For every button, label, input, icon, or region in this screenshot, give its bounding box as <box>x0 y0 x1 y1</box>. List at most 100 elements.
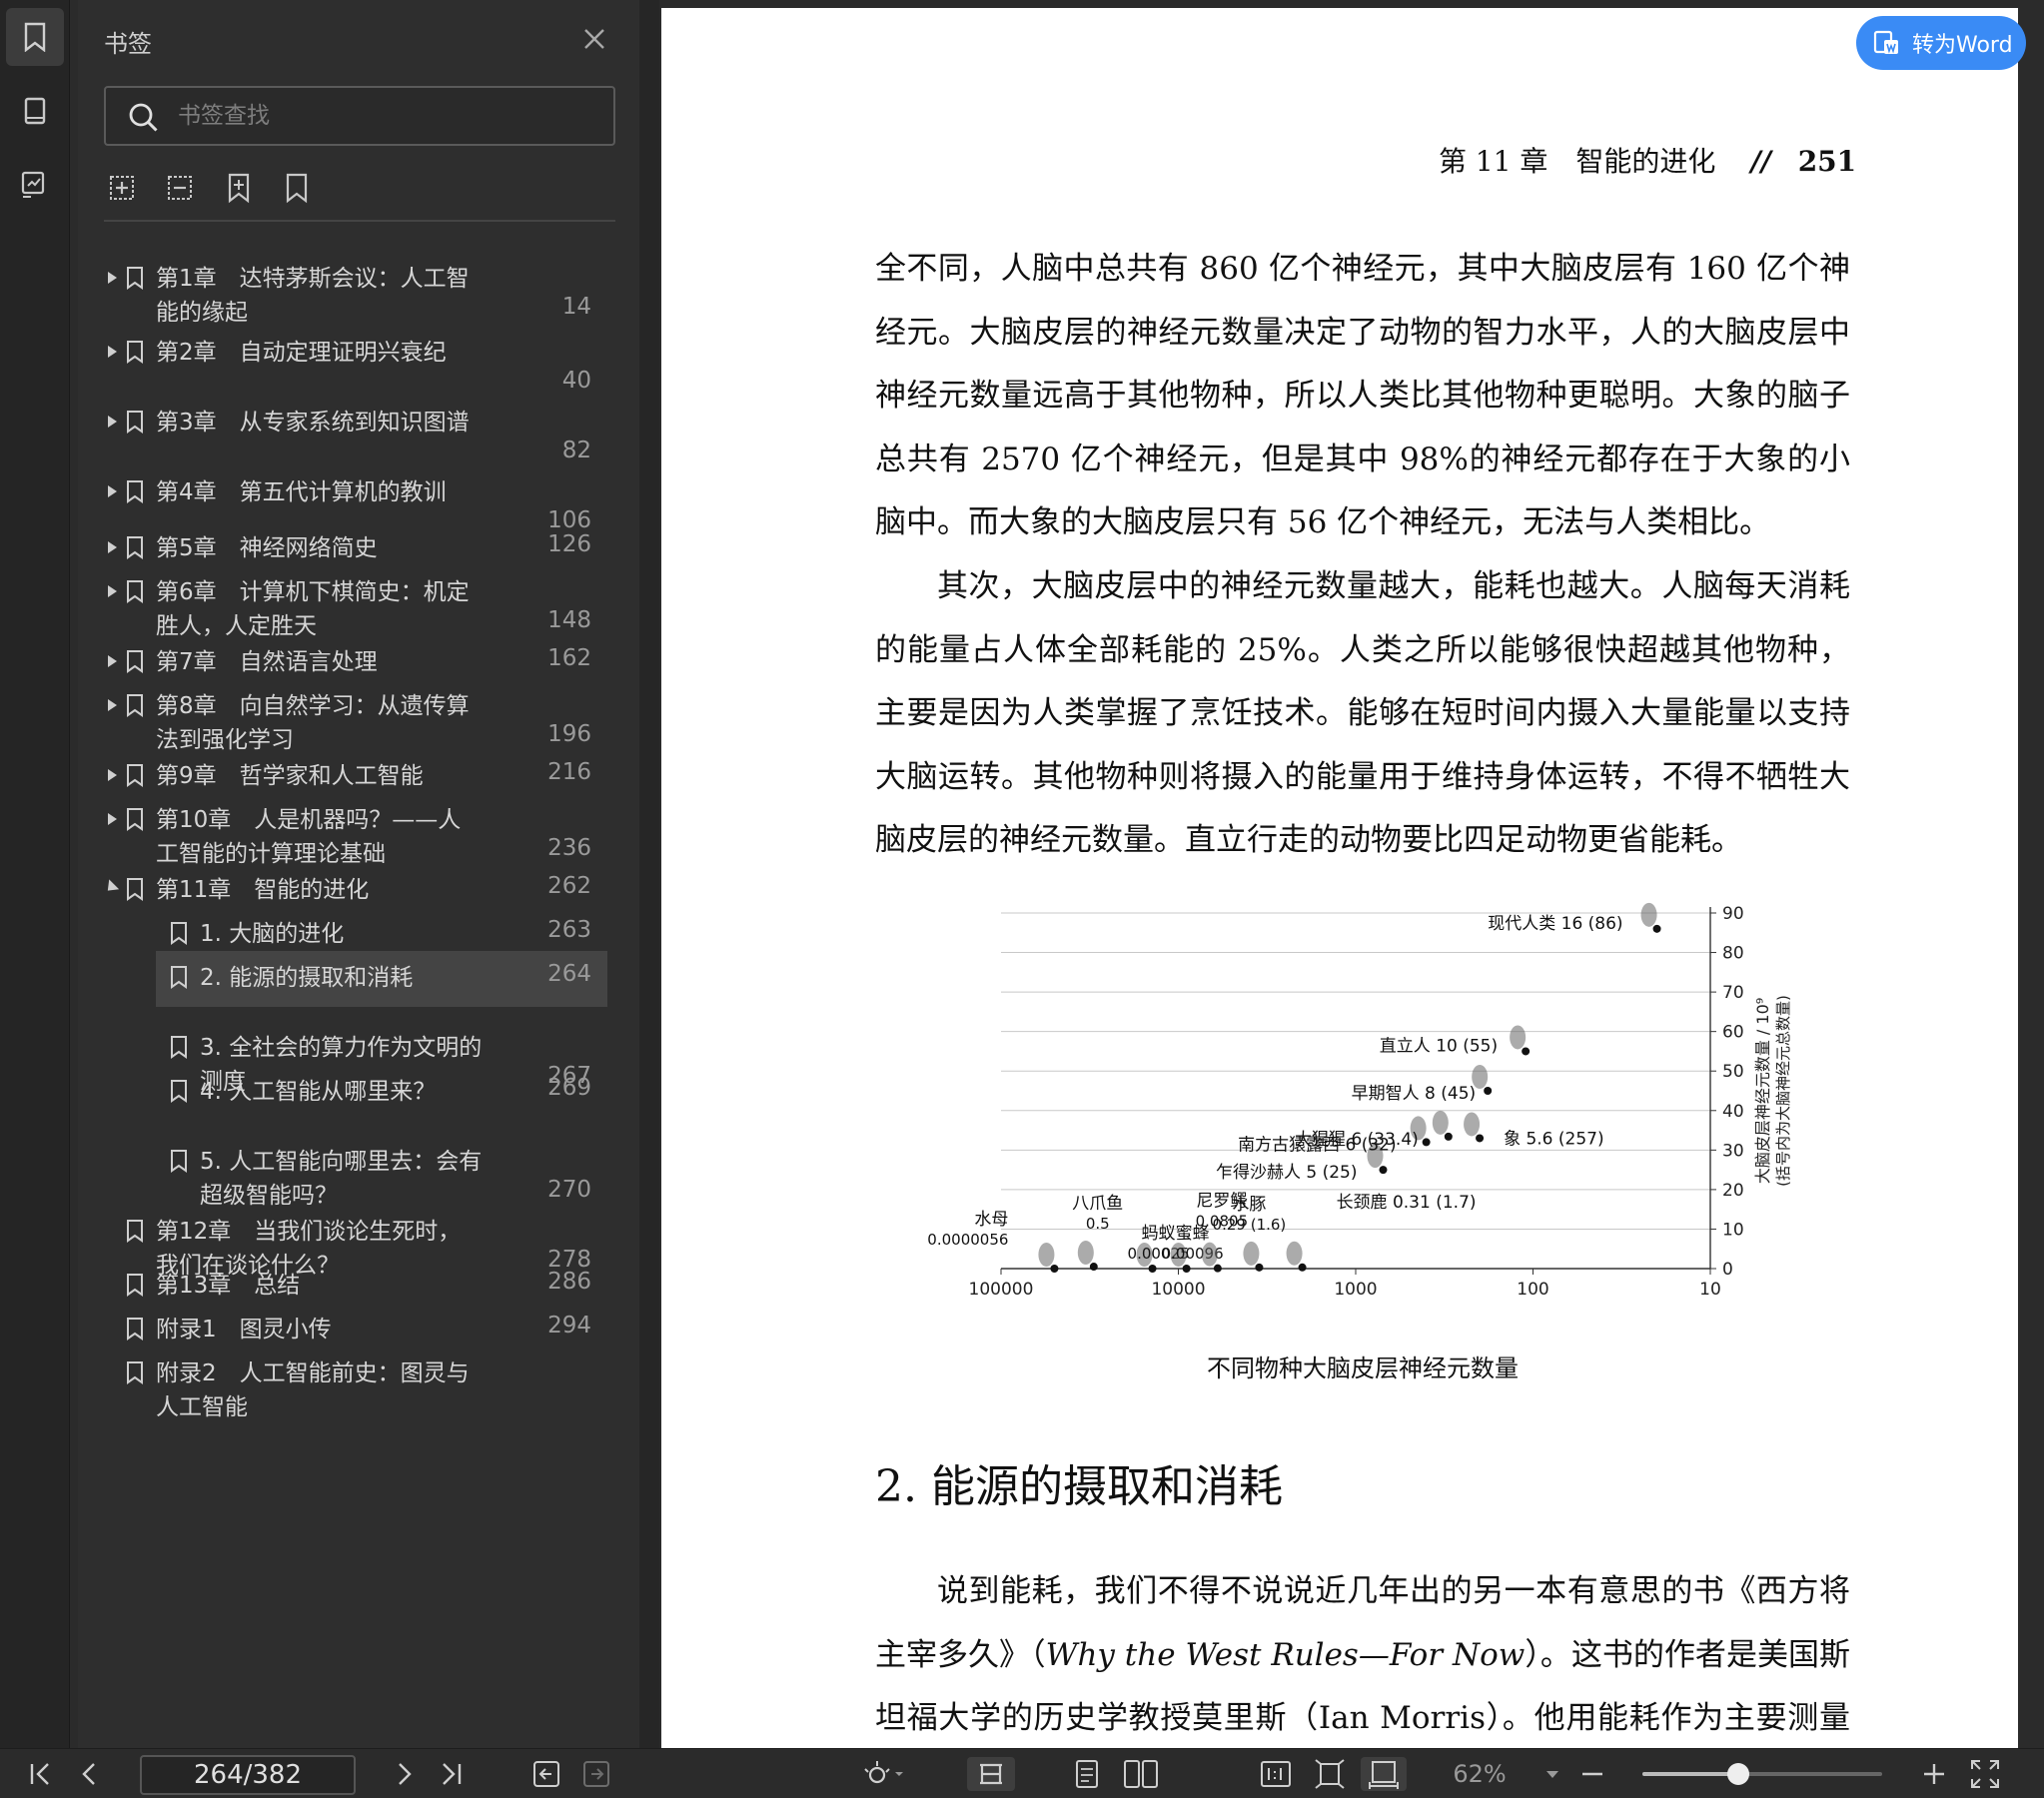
species-name-label: 水母 <box>974 1210 1008 1230</box>
bookmark-label: 第4章 第五代计算机的教训 <box>156 479 447 505</box>
header-chapter: 第 11 章 智能的进化 <box>1439 145 1716 178</box>
zoom-in-icon[interactable] <box>1920 1757 1948 1791</box>
bookmark-entry-icon <box>171 1080 187 1103</box>
bookmark-item[interactable]: 第6章 计算机下棋简史：机定 胜人，人定胜天 148 <box>78 557 617 639</box>
data-point <box>1379 1166 1388 1175</box>
species-silhouette <box>1243 1241 1260 1266</box>
data-point <box>1652 924 1661 933</box>
bookmark-icon <box>24 22 46 52</box>
first-page-icon[interactable] <box>26 1757 56 1791</box>
double-page-icon[interactable] <box>1121 1757 1161 1791</box>
bookmark-label: 2. 能源的摄取和消耗 <box>200 965 414 991</box>
fit-page-icon[interactable] <box>1313 1757 1347 1791</box>
expand-all-icon[interactable] <box>108 172 140 206</box>
zoom-out-icon[interactable] <box>1578 1757 1606 1791</box>
add-bookmark-icon[interactable] <box>224 172 256 206</box>
bookmark-item[interactable]: 第3章 从专家系统到知识图谱 82 <box>78 388 617 463</box>
zoom-slider-fill <box>1642 1772 1738 1776</box>
eye-care-mode-icon[interactable] <box>859 1757 905 1791</box>
bookmark-item[interactable]: 第8章 向自然学习：从遗传算 法到强化学习 196 <box>78 671 617 753</box>
go-forward-icon[interactable] <box>581 1757 611 1791</box>
y-tick-label: 50 <box>1722 1062 1744 1082</box>
bookmark-entry-icon <box>127 650 143 673</box>
data-point <box>1484 1087 1493 1095</box>
bookmark-subitem[interactable]: 5. 人工智能向哪里去：会有 超级智能吗？ 270 <box>78 1127 617 1209</box>
expand-arrow-icon[interactable] <box>108 699 117 711</box>
data-point <box>1422 1138 1431 1147</box>
previous-page-icon[interactable] <box>78 1757 102 1791</box>
bookmark-label: 第3章 从专家系统到知识图谱 <box>156 410 470 436</box>
page-thumbnail-icon <box>24 97 46 125</box>
data-point <box>1089 1263 1098 1272</box>
expand-arrow-icon[interactable] <box>108 655 117 667</box>
bookmark-panel-button[interactable] <box>6 8 64 66</box>
bookmark-toolbar <box>108 172 314 212</box>
fit-width-icon <box>1369 1761 1399 1789</box>
bookmark-outline-icon[interactable] <box>282 172 314 206</box>
species-value-label: 0.5 <box>1086 1215 1110 1233</box>
y-axis-secondary-label: (括号内为大脑神经元总数量) <box>1774 995 1792 1187</box>
single-page-icon[interactable] <box>1069 1757 1105 1791</box>
data-point <box>1213 1264 1222 1273</box>
x-tick-label: 1000 <box>1334 1280 1377 1300</box>
expand-arrow-icon[interactable] <box>108 585 117 597</box>
annotation-icon <box>21 171 45 198</box>
expand-arrow-icon[interactable] <box>108 272 117 284</box>
next-page-icon[interactable] <box>392 1757 416 1791</box>
left-rail <box>0 0 70 1748</box>
collapse-arrow-icon[interactable] <box>102 879 120 896</box>
bookmark-page-number: 216 <box>547 759 591 785</box>
annotation-panel-button[interactable] <box>6 156 64 214</box>
zoom-slider[interactable] <box>1642 1763 1882 1785</box>
expand-arrow-icon[interactable] <box>108 416 117 428</box>
bookmark-entry-icon <box>127 411 143 434</box>
collapse-all-icon[interactable] <box>166 172 198 206</box>
bookmark-item[interactable]: 第10章 人是机器吗？——人 工智能的计算理论基础 236 <box>78 785 617 867</box>
fit-width-button[interactable] <box>1361 1757 1407 1791</box>
y-tick-label: 90 <box>1722 904 1744 924</box>
species-silhouette <box>1432 1110 1449 1135</box>
species-value-label: 0.29 (1.6) <box>1213 1216 1287 1234</box>
thumbnail-panel-button[interactable] <box>6 82 64 140</box>
expand-arrow-icon[interactable] <box>108 769 117 781</box>
fullscreen-icon[interactable] <box>1968 1757 2002 1791</box>
section-heading: 2. 能源的摄取和消耗 <box>875 1461 1283 1512</box>
page-running-header: 第 11 章 智能的进化 // 251 <box>1439 140 1856 180</box>
body-paragraph-1: 全不同，人脑中总共有 860 亿个神经元，其中大脑皮层有 160 亿个神经元。大… <box>875 251 1850 540</box>
zoom-level-display[interactable]: 62% <box>1447 1757 1513 1791</box>
bookmark-item[interactable]: 第2章 自动定理证明兴衰纪 40 <box>78 318 617 394</box>
bookmark-search-box <box>104 86 615 146</box>
close-icon[interactable] <box>577 22 611 56</box>
para3-book-title: Why the West Rules—For Now <box>1045 1636 1526 1673</box>
species-silhouette <box>1286 1241 1303 1266</box>
data-point <box>1476 1134 1485 1143</box>
zoom-slider-handle[interactable] <box>1727 1763 1749 1785</box>
go-back-icon[interactable] <box>531 1757 561 1791</box>
expand-arrow-icon[interactable] <box>108 346 117 358</box>
panel-splitter[interactable] <box>639 0 659 1748</box>
bookmark-entry-icon <box>127 580 143 603</box>
bookmark-entry-icon <box>127 1318 143 1341</box>
expand-arrow-icon[interactable] <box>108 485 117 497</box>
data-point <box>1182 1265 1191 1273</box>
convert-to-word-button[interactable]: 转为Word <box>1856 16 2026 70</box>
bookmark-entry-icon <box>171 966 187 989</box>
last-page-icon[interactable] <box>436 1757 466 1791</box>
bookmark-item[interactable]: 附录2 人工智能前史：图灵与 人工智能 <box>78 1339 617 1420</box>
zoom-dropdown-icon[interactable] <box>1542 1757 1562 1791</box>
bookmark-list: 第1章 达特茅斯会议：人工智 能的缘起 14 第2章 自动定理证明兴衰纪 40 第3章 … <box>78 244 639 1748</box>
y-tick-label: 60 <box>1722 1023 1744 1043</box>
page-number-input[interactable]: 264/382 <box>140 1755 356 1795</box>
bookmark-item[interactable]: 第1章 达特茅斯会议：人工智 能的缘起 14 <box>78 244 617 326</box>
bookmark-subitem[interactable]: 2. 能源的摄取和消耗 264 <box>78 943 617 1013</box>
bookmark-panel: 书签 第1章 达特茅斯会议：人工智 能的缘起14第2章 自动定理证明兴衰纪40第… <box>78 0 713 1748</box>
expand-arrow-icon[interactable] <box>108 541 117 553</box>
bookmark-entry-icon <box>127 267 143 290</box>
bookmark-subitem[interactable]: 4. 人工智能从哪里来？ 269 <box>78 1057 617 1127</box>
expand-arrow-icon[interactable] <box>108 813 117 825</box>
bookmark-entry-icon <box>127 1274 143 1297</box>
single-page-continuous-button[interactable] <box>967 1757 1015 1791</box>
species-name-label: 蚂蚁 <box>1142 1224 1176 1244</box>
bookmark-search-input[interactable] <box>178 98 597 134</box>
actual-size-icon[interactable] <box>1259 1757 1293 1791</box>
